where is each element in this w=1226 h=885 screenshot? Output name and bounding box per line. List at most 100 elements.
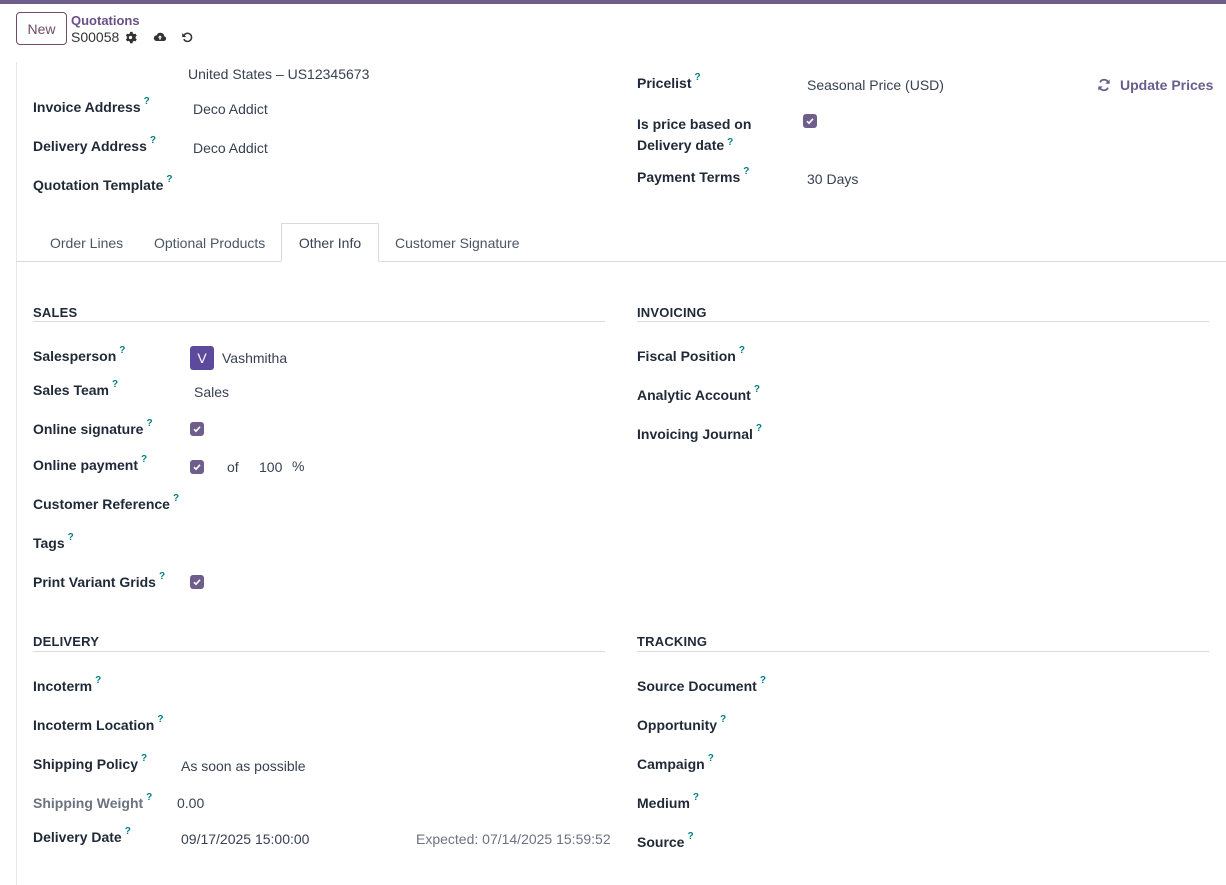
source-label: Source? (637, 831, 694, 850)
delivery-address-field[interactable]: Deco Addict (193, 140, 268, 156)
breadcrumb-quotations[interactable]: Quotations (71, 13, 140, 28)
analytic-account-input[interactable] (805, 385, 1205, 407)
shipping-policy-select[interactable]: As soon as possible (181, 758, 306, 774)
help-icon[interactable]: ? (687, 831, 693, 842)
price-delivery-checkbox[interactable] (803, 114, 817, 128)
avatar: V (190, 346, 214, 370)
sales-team-label: Sales Team? (33, 379, 119, 398)
help-icon[interactable]: ? (95, 675, 101, 686)
source-document-label: Source Document? (637, 675, 766, 694)
campaign-label: Campaign? (637, 753, 714, 772)
invoicing-section-title: INVOICING (637, 305, 707, 320)
payment-terms-field[interactable]: 30 Days (807, 171, 858, 187)
tab-customer-signature[interactable]: Customer Signature (379, 223, 536, 262)
delivery-date-input[interactable]: 09/17/2025 15:00:00 (181, 831, 309, 847)
new-button[interactable]: New (16, 12, 67, 45)
incoterm-location-label: Incoterm Location? (33, 714, 164, 733)
opportunity-label: Opportunity? (637, 714, 727, 733)
shipping-weight-value: 0.00 (177, 795, 205, 811)
pricelist-label: Pricelist? (637, 72, 701, 91)
invoicing-journal-input[interactable] (805, 424, 1205, 446)
help-icon[interactable]: ? (146, 792, 152, 803)
source-input[interactable] (805, 832, 1205, 854)
help-icon[interactable]: ? (693, 792, 699, 803)
help-icon[interactable]: ? (159, 571, 165, 582)
record-name: S00058 (71, 29, 120, 45)
help-icon[interactable]: ? (166, 174, 172, 185)
help-icon[interactable]: ? (144, 96, 150, 107)
incoterm-location-input[interactable] (178, 715, 598, 737)
tags-input[interactable] (190, 533, 600, 555)
expected-date-text: Expected: 07/14/2025 15:59:52 (416, 831, 611, 847)
help-icon[interactable]: ? (112, 379, 118, 390)
tracking-divider (637, 651, 1209, 652)
cloud-upload-icon[interactable] (153, 30, 167, 44)
print-variant-grids-label: Print Variant Grids? (33, 571, 166, 590)
partner-address-line: United States – US12345673 (188, 66, 370, 82)
help-icon[interactable]: ? (760, 675, 766, 686)
tab-order-lines[interactable]: Order Lines (34, 223, 139, 262)
control-panel: New Quotations S00058 (0, 4, 1226, 62)
help-icon[interactable]: ? (125, 826, 131, 837)
online-payment-of-text: of (227, 459, 239, 475)
online-payment-label: Online payment? (33, 454, 148, 473)
discard-icon[interactable] (180, 30, 194, 44)
invoice-address-label: Invoice Address? (33, 96, 150, 115)
salesperson-label: Salesperson? (33, 345, 126, 364)
update-prices-button[interactable]: Update Prices (1097, 77, 1213, 93)
delivery-date-label: Delivery Date? (33, 826, 131, 845)
quotation-template-label: Quotation Template? (33, 174, 173, 193)
help-icon[interactable]: ? (173, 493, 179, 504)
payment-terms-label: Payment Terms? (637, 166, 750, 185)
delivery-section-title: DELIVERY (33, 634, 100, 649)
invoice-address-field[interactable]: Deco Addict (193, 101, 268, 117)
invoicing-journal-label: Invoicing Journal? (637, 423, 763, 442)
help-icon[interactable]: ? (694, 72, 700, 83)
medium-label: Medium? (637, 792, 699, 811)
price-delivery-label: Is price based on Delivery date? (637, 116, 752, 153)
tab-optional-products[interactable]: Optional Products (138, 223, 281, 262)
help-icon[interactable]: ? (739, 345, 745, 356)
help-icon[interactable]: ? (157, 714, 163, 725)
sales-team-field[interactable]: Sales (194, 384, 229, 400)
online-signature-checkbox[interactable] (190, 422, 204, 436)
gear-icon[interactable] (123, 30, 137, 44)
sales-divider (33, 321, 605, 322)
customer-reference-input[interactable] (190, 494, 600, 516)
help-icon[interactable]: ? (754, 384, 760, 395)
incoterm-input[interactable] (178, 676, 598, 698)
help-icon[interactable]: ? (146, 418, 152, 429)
help-icon[interactable]: ? (708, 753, 714, 764)
help-icon[interactable]: ? (150, 135, 156, 146)
customer-reference-label: Customer Reference? (33, 493, 180, 512)
print-variant-grids-checkbox[interactable] (190, 575, 204, 589)
shipping-weight-label: Shipping Weight? (33, 792, 153, 811)
opportunity-input[interactable] (805, 715, 1205, 737)
salesperson-field[interactable]: Vashmitha (222, 350, 287, 366)
help-icon[interactable]: ? (756, 423, 762, 434)
help-icon[interactable]: ? (141, 753, 147, 764)
delivery-divider (33, 651, 605, 652)
tab-other-info[interactable]: Other Info (281, 223, 379, 262)
help-icon[interactable]: ? (141, 454, 147, 465)
online-payment-checkbox[interactable] (190, 460, 204, 474)
prepayment-percent-input[interactable]: 100 (259, 459, 282, 475)
percent-unit: % (292, 458, 305, 474)
pricelist-field[interactable]: Seasonal Price (USD) (807, 77, 944, 93)
help-icon[interactable]: ? (119, 345, 125, 356)
help-icon[interactable]: ? (720, 714, 726, 725)
campaign-input[interactable] (805, 754, 1205, 776)
help-icon[interactable]: ? (68, 532, 74, 543)
refresh-icon (1097, 78, 1111, 92)
fiscal-position-input[interactable] (805, 346, 1205, 368)
tracking-section-title: TRACKING (637, 634, 708, 649)
quotation-template-field[interactable] (190, 175, 600, 197)
fiscal-position-label: Fiscal Position? (637, 345, 745, 364)
help-icon[interactable]: ? (743, 166, 749, 177)
shipping-policy-label: Shipping Policy? (33, 753, 148, 772)
help-icon[interactable]: ? (727, 137, 733, 148)
incoterm-label: Incoterm? (33, 675, 102, 694)
medium-input[interactable] (805, 793, 1205, 815)
source-document-input[interactable] (805, 676, 1205, 698)
invoicing-divider (637, 321, 1209, 322)
